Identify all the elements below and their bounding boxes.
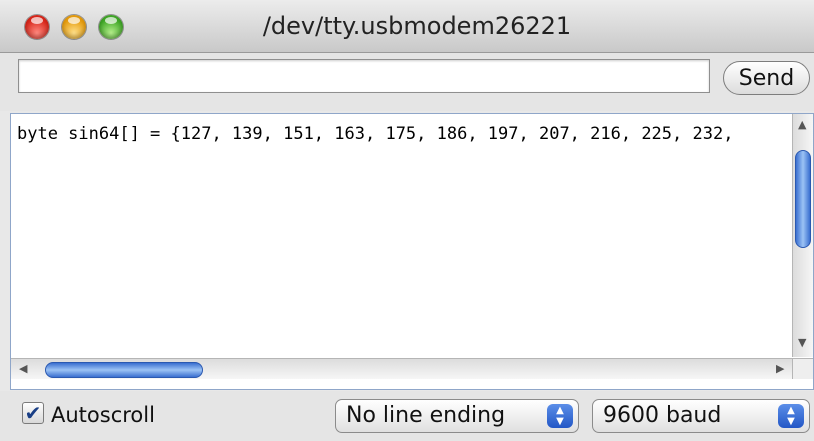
checkmark-icon: ✔ bbox=[24, 401, 42, 425]
serial-output-area[interactable]: byte sin64[] = {127, 139, 151, 163, 175,… bbox=[10, 113, 814, 390]
baud-rate-value: 9600 baud bbox=[603, 403, 722, 428]
serial-send-input[interactable] bbox=[18, 59, 710, 93]
vertical-scroll-thumb[interactable] bbox=[795, 150, 811, 248]
autoscroll-checkbox[interactable]: ✔ bbox=[22, 402, 44, 424]
title-bar: /dev/tty.usbmodem26221 bbox=[0, 0, 814, 53]
scroll-down-arrow-icon[interactable]: ▼ bbox=[798, 337, 806, 349]
up-down-chevron-icon: ▲ ▼ bbox=[547, 404, 573, 428]
autoscroll-label: Autoscroll bbox=[51, 403, 155, 427]
up-down-chevron-icon: ▲ ▼ bbox=[778, 404, 804, 428]
horizontal-scroll-thumb[interactable] bbox=[45, 362, 203, 378]
line-ending-value: No line ending bbox=[346, 403, 506, 428]
window-title: /dev/tty.usbmodem26221 bbox=[262, 12, 572, 40]
send-button[interactable]: Send bbox=[723, 61, 810, 95]
line-ending-select[interactable]: No line ending ▲ ▼ bbox=[335, 399, 579, 433]
scrollbar-corner bbox=[792, 358, 813, 379]
scroll-left-arrow-icon[interactable]: ◀ bbox=[19, 363, 27, 375]
scroll-right-arrow-icon[interactable]: ▶ bbox=[776, 363, 784, 375]
send-row: Send bbox=[0, 53, 814, 111]
footer-bar: ✔ Autoscroll No line ending ▲ ▼ 9600 baud… bbox=[0, 391, 814, 441]
vertical-scrollbar[interactable]: ▲ ▼ bbox=[792, 114, 813, 357]
baud-rate-select[interactable]: 9600 baud ▲ ▼ bbox=[592, 399, 810, 433]
scroll-up-arrow-icon[interactable]: ▲ bbox=[798, 119, 806, 131]
horizontal-scrollbar[interactable]: ◀ ▶ bbox=[11, 358, 794, 379]
serial-output-text: byte sin64[] = {127, 139, 151, 163, 175,… bbox=[17, 124, 734, 144]
